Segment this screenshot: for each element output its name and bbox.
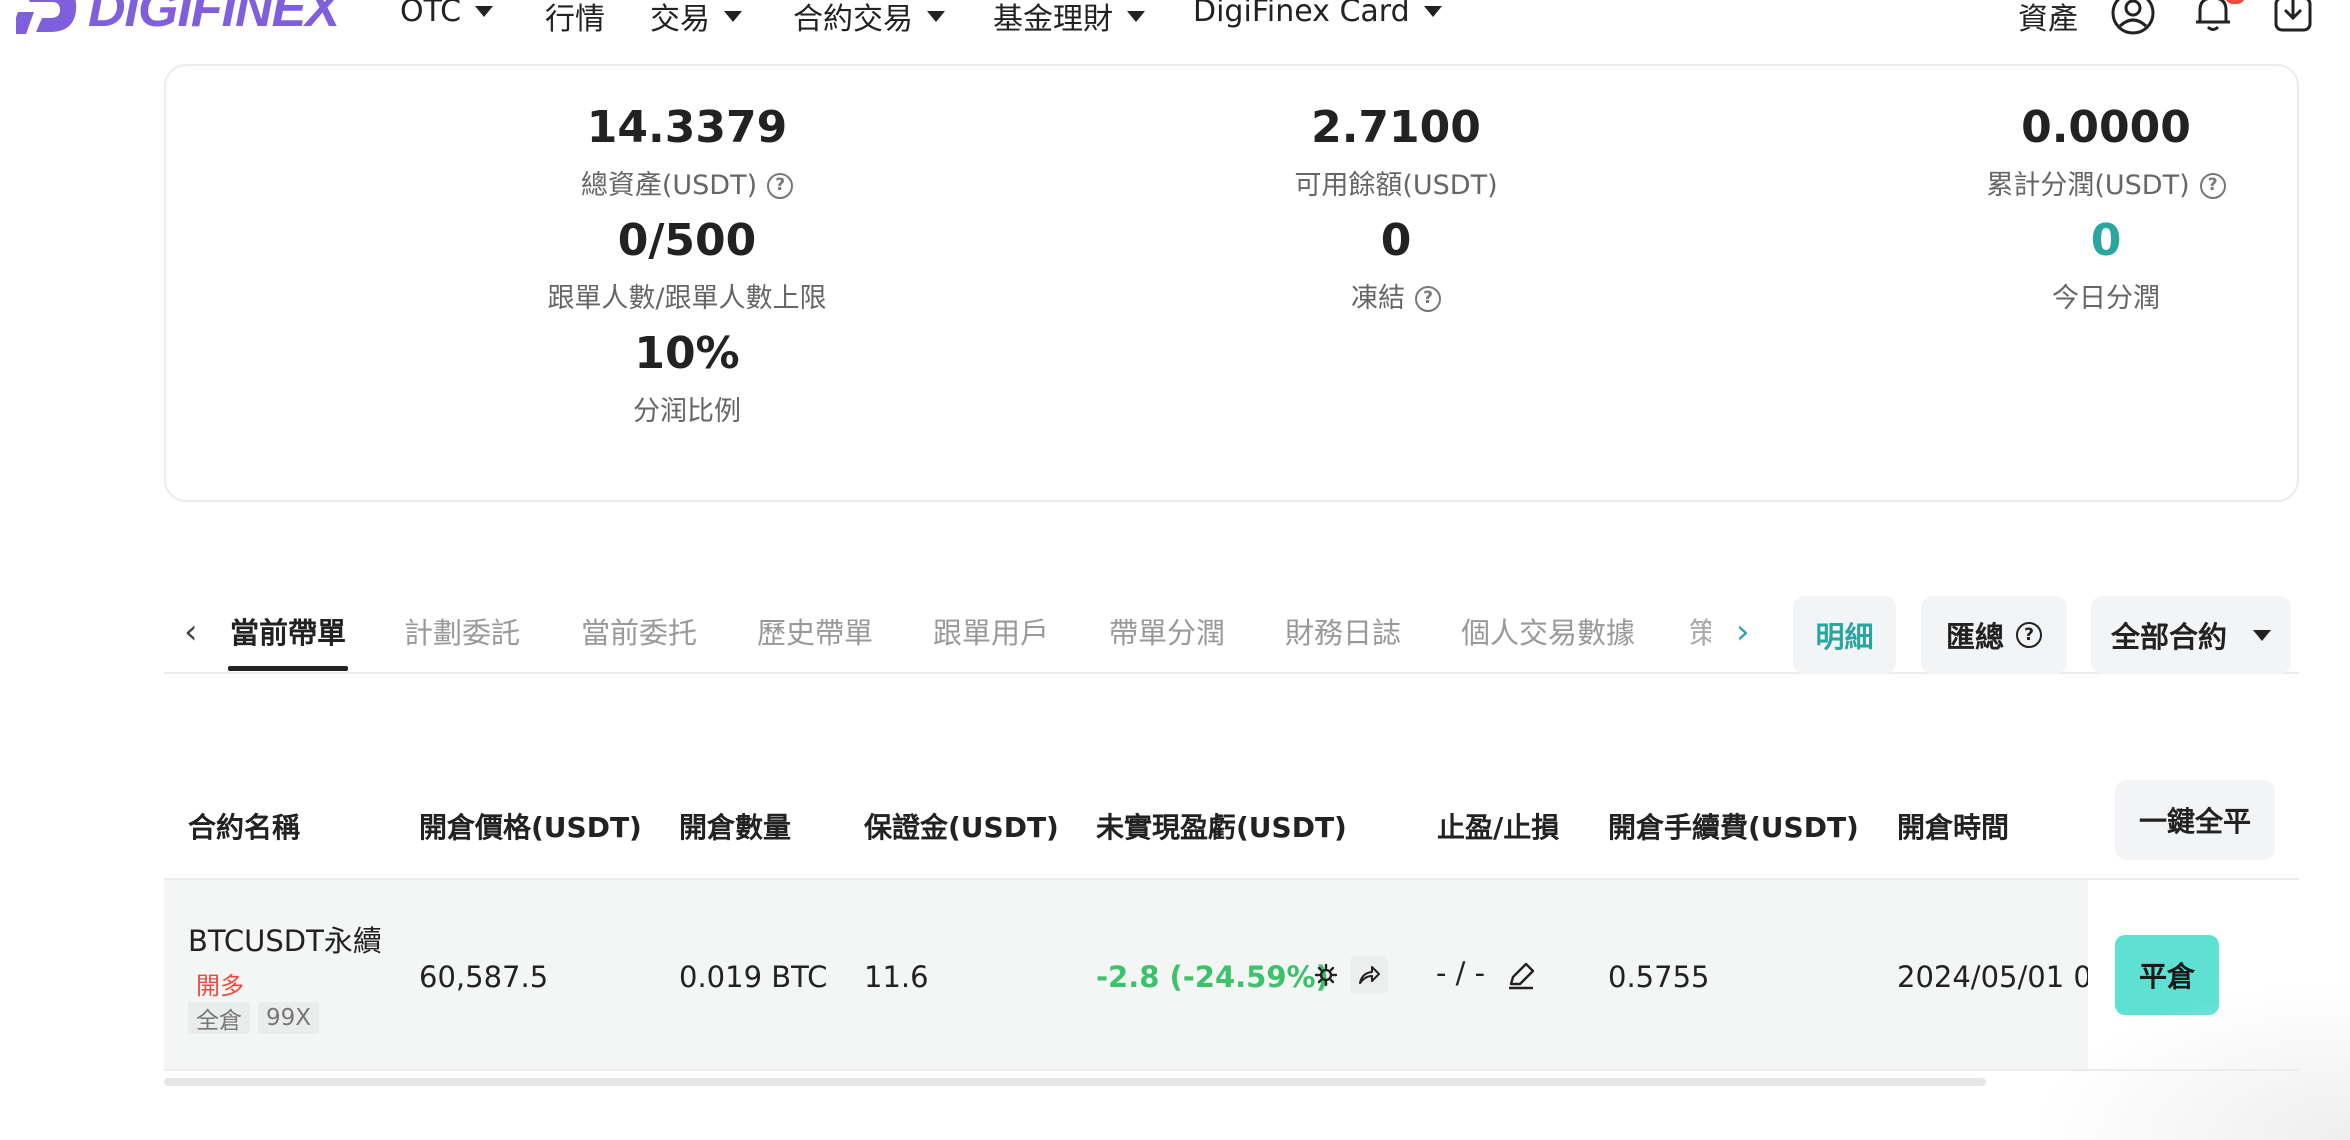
caret-down-icon	[1423, 6, 1442, 17]
margin-mode-tag: 全倉	[188, 1002, 250, 1034]
summary-col-3: 0.0000 累計分潤(USDT) ? 0 今日分潤	[1806, 66, 2350, 312]
tab-current-orders[interactable]: 當前委托	[581, 610, 697, 652]
tab-planned-orders[interactable]: 計劃委託	[404, 610, 520, 652]
frozen-value: 0	[1380, 215, 1412, 266]
tp-sl-value: - / -	[1436, 956, 1486, 990]
all-contracts-dropdown[interactable]: 全部合約	[2091, 596, 2291, 674]
share-arrow-icon	[1359, 966, 1380, 984]
open-fee-value: 0.5755	[1608, 960, 1710, 994]
margin-value: 11.6	[864, 960, 929, 994]
nav-futures-label: 合約交易	[793, 2, 913, 37]
followers-label: 跟單人數/跟單人數上限	[547, 283, 827, 314]
nav-market[interactable]: 行情	[545, 0, 605, 38]
caret-down-icon	[1127, 10, 1145, 22]
nav-fund-label: 基金理財	[993, 2, 1113, 37]
tab-current-lead[interactable]: 當前帶單	[230, 610, 346, 652]
horizontal-scrollbar[interactable]	[164, 1078, 1986, 1086]
today-profit-label: 今日分潤	[2052, 283, 2160, 314]
caret-down-icon	[475, 6, 494, 17]
col-open-price: 開倉價格(USDT)	[419, 811, 642, 844]
col-open-fee: 開倉手續費(USDT)	[1608, 811, 1859, 844]
nav-card-label: DigiFinex Card	[1193, 0, 1410, 29]
table-header: 合約名稱 開倉價格(USDT) 開倉數量 保證金(USDT) 未實現盈虧(USD…	[164, 780, 2299, 880]
download-icon[interactable]	[2270, 0, 2316, 36]
col-margin: 保證金(USDT)	[864, 811, 1059, 844]
row-divider	[164, 1069, 2299, 1071]
col-open-time: 開倉時間	[1897, 811, 2010, 844]
col-unrealized-pnl: 未實現盈虧(USDT)	[1096, 811, 1347, 844]
nav-otc-label: OTC	[400, 0, 462, 29]
help-icon[interactable]: ?	[767, 172, 794, 199]
detail-button[interactable]: 明細	[1793, 596, 1896, 674]
summary-card: 14.3379 總資產(USDT) ? 0/500 跟單人數/跟單人數上限 10…	[164, 64, 2299, 502]
summary-col-1: 14.3379 總資產(USDT) ? 0/500 跟單人數/跟單人數上限 10…	[387, 66, 987, 427]
logo-text: DIGIFINEX	[88, 0, 340, 38]
detail-label: 明細	[1815, 620, 1874, 654]
nav-trade[interactable]: 交易	[650, 0, 742, 38]
available-value: 2.7100	[1311, 102, 1481, 153]
leverage-tag: 99X	[258, 1002, 320, 1034]
caret-down-icon	[2253, 629, 2271, 641]
nav-assets[interactable]: 資產	[2018, 0, 2078, 38]
top-nav: DIGIFINEX OTC 行情 交易 合約交易 基金理財 DigiFinex …	[0, 0, 2350, 60]
tab-history-lead[interactable]: 歷史帶單	[757, 610, 873, 652]
chevron-right-icon[interactable]: ›	[1736, 612, 1750, 652]
followers-value: 0/500	[617, 215, 757, 266]
user-icon[interactable]	[2110, 0, 2156, 36]
open-qty-value: 0.019 BTC	[679, 960, 828, 994]
col-tp-sl: 止盈/止損	[1437, 811, 1560, 844]
summary-label: 匯總	[1945, 620, 2004, 654]
bell-icon[interactable]	[2190, 0, 2236, 36]
tab-personal-data[interactable]: 個人交易數據	[1461, 610, 1635, 652]
nav-card[interactable]: DigiFinex Card	[1193, 0, 1442, 29]
frozen-label-row: 凍結 ?	[1096, 285, 1696, 312]
summary-button[interactable]: 匯總 ?	[1921, 596, 2067, 674]
tab-finance-log[interactable]: 財務日誌	[1285, 610, 1401, 652]
caret-down-icon	[927, 10, 945, 22]
all-contracts-label: 全部合約	[2110, 620, 2227, 654]
settings-gear-icon[interactable]	[1313, 962, 1339, 988]
available-label: 可用餘額(USDT)	[1294, 170, 1498, 201]
contract-name[interactable]: BTCUSDT永續	[188, 918, 382, 960]
cumulative-profit-label: 累計分潤(USDT)	[1986, 170, 2190, 201]
close-all-label: 一鍵全平	[2138, 805, 2251, 838]
cumulative-profit-label-row: 累計分潤(USDT) ?	[1806, 172, 2350, 199]
side-tag: 開多	[196, 972, 244, 1000]
chevron-left-icon[interactable]: ‹	[184, 612, 198, 652]
nav-market-label: 行情	[545, 2, 605, 37]
help-icon[interactable]: ?	[1415, 285, 1441, 312]
unrealized-pnl-value: -2.8 (-24.59%)	[1096, 960, 1329, 994]
edit-pencil-icon[interactable]	[1505, 960, 1537, 992]
caret-down-icon	[724, 10, 742, 22]
share-button[interactable]	[1350, 956, 1388, 994]
tab-clipped[interactable]: 策	[1689, 610, 1711, 652]
total-assets-value: 14.3379	[586, 102, 788, 153]
summary-col-2: 2.7100 可用餘額(USDT) 0 凍結 ?	[1096, 66, 1696, 313]
frozen-label: 凍結	[1351, 283, 1405, 314]
corner-shadow	[2030, 980, 2350, 1140]
nav-otc[interactable]: OTC	[400, 0, 494, 29]
close-all-button[interactable]: 一鍵全平	[2115, 780, 2275, 860]
nav-trade-label: 交易	[650, 2, 710, 37]
col-contract: 合約名稱	[188, 811, 301, 844]
open-price-value: 60,587.5	[419, 960, 549, 994]
cumulative-profit-value: 0.0000	[2021, 102, 2191, 153]
tab-followers[interactable]: 跟單用戶	[933, 610, 1049, 652]
today-profit-value: 0	[2090, 215, 2122, 266]
help-icon: ?	[2016, 622, 2042, 648]
total-assets-label: 總資產(USDT)	[580, 170, 758, 201]
share-ratio-label: 分润比例	[633, 396, 741, 427]
nav-fund[interactable]: 基金理財	[993, 0, 1145, 38]
help-icon[interactable]: ?	[2199, 172, 2226, 199]
nav-futures[interactable]: 合約交易	[793, 0, 945, 38]
tab-lead-profit[interactable]: 帶單分潤	[1109, 610, 1225, 652]
total-assets-label-row: 總資產(USDT) ?	[387, 172, 987, 199]
digifinex-logo-icon	[16, 0, 77, 34]
share-ratio-value: 10%	[634, 328, 740, 379]
logo[interactable]: DIGIFINEX	[16, 0, 340, 40]
col-open-qty: 開倉數量	[679, 811, 792, 844]
active-tab-indicator	[228, 666, 348, 671]
